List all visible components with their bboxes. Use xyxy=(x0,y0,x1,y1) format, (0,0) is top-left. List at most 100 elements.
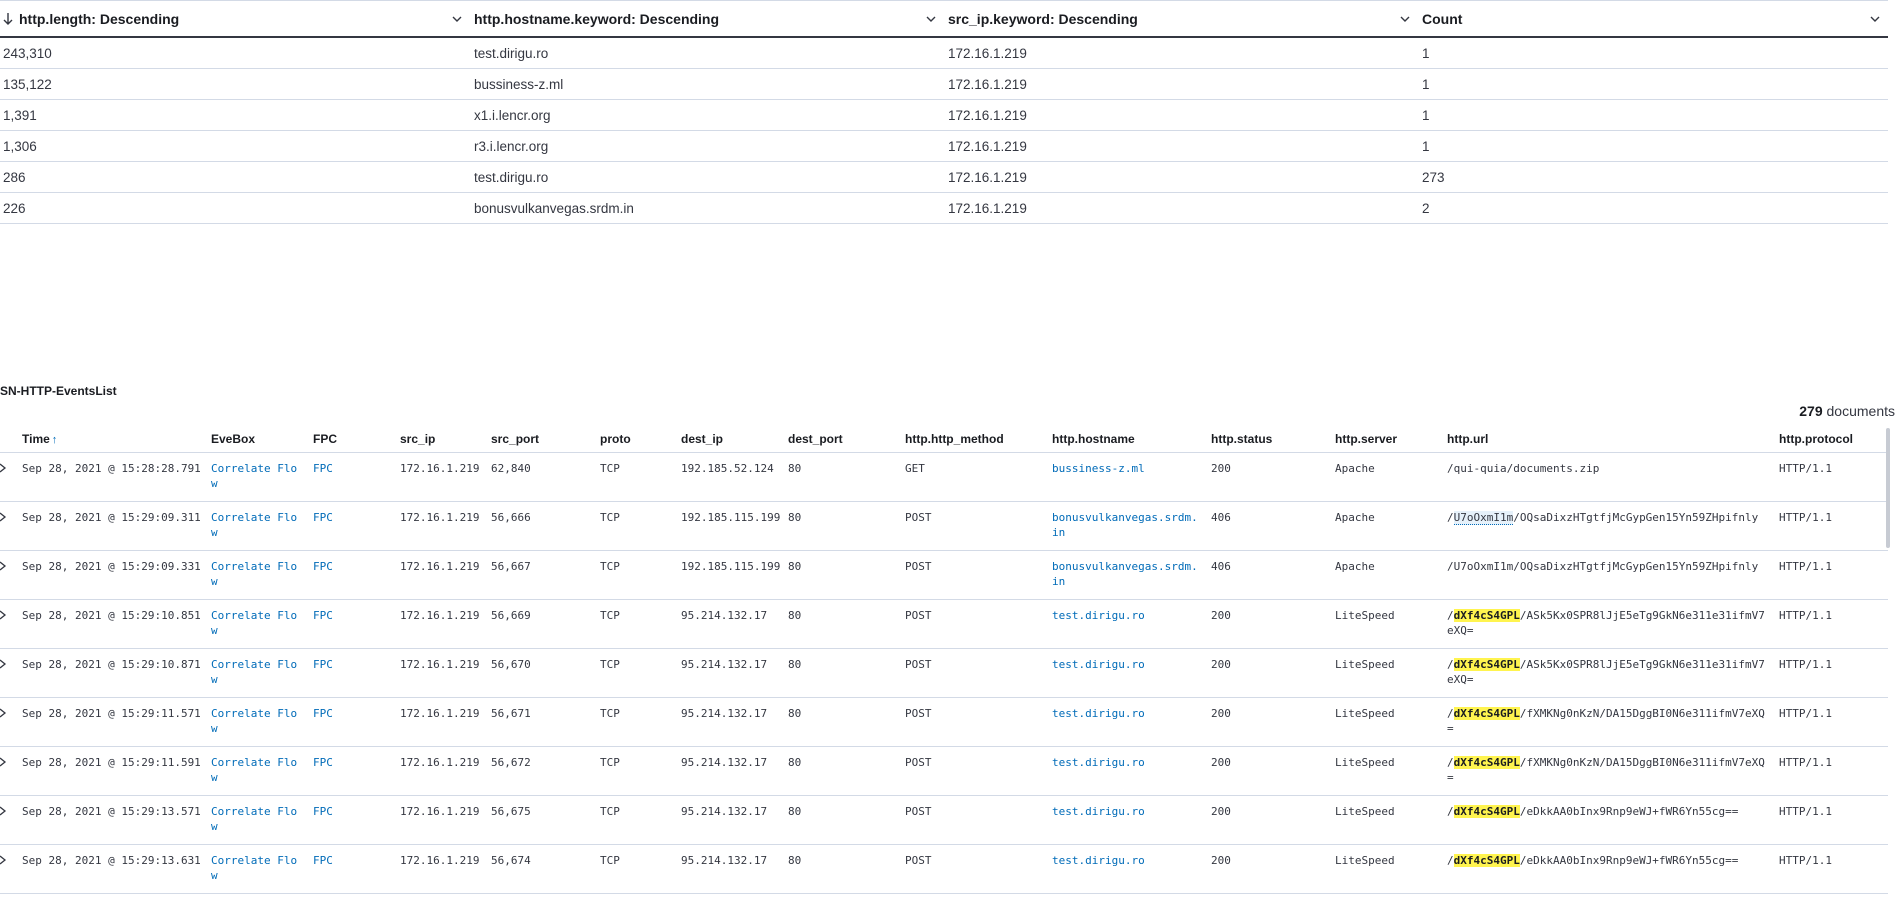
cell-dest-port: 80 xyxy=(788,756,802,769)
col-header-count[interactable]: Count xyxy=(1422,1,1888,37)
hostname-link[interactable]: test.dirigu.ro xyxy=(1052,608,1202,623)
expand-row-icon[interactable] xyxy=(0,658,8,670)
cell-time: Sep 28, 2021 @ 15:28:28.791 xyxy=(22,462,201,475)
column-header-label: FPC xyxy=(313,432,337,446)
table-row[interactable]: Sep 28, 2021 @ 15:29:10.871 Correlate Flo… xyxy=(0,649,1888,698)
vertical-scrollbar[interactable] xyxy=(1886,428,1890,548)
cell-src-ip: 172.16.1.219 xyxy=(400,511,480,524)
column-header-evebox[interactable]: EveBox xyxy=(211,425,255,453)
hostname-link[interactable]: test.dirigu.ro xyxy=(1052,706,1202,721)
correlate-flow-link[interactable]: Correlate Flow xyxy=(211,461,301,491)
table-row: 135,122 bussiness-z.ml 172.16.1.219 1 xyxy=(0,69,1888,100)
cell-protocol: HTTP/1.1 xyxy=(1779,609,1832,622)
col-header-hostname[interactable]: http.hostname.keyword: Descending xyxy=(474,1,944,37)
expand-row-icon[interactable] xyxy=(0,609,8,621)
hostname-link[interactable]: bussiness-z.ml xyxy=(1052,461,1202,476)
chevron-down-icon[interactable] xyxy=(450,12,464,26)
expand-row-icon[interactable] xyxy=(0,756,8,768)
column-header-label: EveBox xyxy=(211,432,256,446)
column-header-time[interactable]: Time ↑ xyxy=(22,425,57,453)
correlate-flow-link[interactable]: Correlate Flow xyxy=(211,510,301,540)
fpc-link[interactable]: FPC xyxy=(313,461,353,476)
col-header-label: Count xyxy=(1422,11,1463,27)
correlate-flow-link[interactable]: Correlate Flow xyxy=(211,804,301,834)
correlate-flow-link[interactable]: Correlate Flow xyxy=(211,657,301,687)
column-header-dest-ip[interactable]: dest_ip xyxy=(681,425,723,453)
fpc-link[interactable]: FPC xyxy=(313,804,353,819)
fpc-link[interactable]: FPC xyxy=(313,608,353,623)
hostname-link[interactable]: bonusvulkanvegas.srdm.in xyxy=(1052,559,1202,589)
hostname-link[interactable]: test.dirigu.ro xyxy=(1052,755,1202,770)
fpc-link[interactable]: FPC xyxy=(313,559,353,574)
chevron-down-icon[interactable] xyxy=(924,12,938,26)
column-header-http-status[interactable]: http.status xyxy=(1211,425,1272,453)
cell-src-ip: 172.16.1.219 xyxy=(948,169,1027,185)
fpc-link[interactable]: FPC xyxy=(313,706,353,721)
cell-hostname: test.dirigu.ro xyxy=(474,169,549,185)
cell-count: 1 xyxy=(1422,45,1430,61)
table-row[interactable]: Sep 28, 2021 @ 15:29:13.571 Correlate Flo… xyxy=(0,796,1888,845)
url-text: /eDkkAA0bInx9Rnp9eWJ+fWR6Yn55cg== xyxy=(1519,854,1739,867)
url-text: /qui-quia/documents.zip xyxy=(1447,462,1600,475)
column-header-http-url[interactable]: http.url xyxy=(1447,425,1488,453)
table-row[interactable]: Sep 28, 2021 @ 15:28:28.791 Correlate Flo… xyxy=(0,453,1888,502)
column-header-http-server[interactable]: http.server xyxy=(1335,425,1397,453)
cell-hostname: test.dirigu.ro xyxy=(474,45,549,61)
fpc-link[interactable]: FPC xyxy=(313,510,353,525)
hostname-link[interactable]: bonusvulkanvegas.srdm.in xyxy=(1052,510,1202,540)
sort-descending-icon[interactable] xyxy=(2,12,14,26)
column-header-proto[interactable]: proto xyxy=(600,425,631,453)
expand-row-icon[interactable] xyxy=(0,511,8,523)
table-row[interactable]: Sep 28, 2021 @ 15:29:09.331 Correlate Flo… xyxy=(0,551,1888,600)
table-row[interactable]: Sep 28, 2021 @ 15:29:11.591 Correlate Flo… xyxy=(0,747,1888,796)
column-header-src-ip[interactable]: src_ip xyxy=(400,425,435,453)
column-header-http-hostname[interactable]: http.hostname xyxy=(1052,425,1135,453)
url-text: / xyxy=(1447,609,1454,622)
hostname-link[interactable]: test.dirigu.ro xyxy=(1052,657,1202,672)
table-row: 1,306 r3.i.lencr.org 172.16.1.219 1 xyxy=(0,131,1888,162)
column-header-http-protocol[interactable]: http.protocol xyxy=(1779,425,1853,453)
expand-row-icon[interactable] xyxy=(0,462,8,474)
cell-dest-ip: 95.214.132.17 xyxy=(681,805,768,818)
expand-row-icon[interactable] xyxy=(0,854,8,866)
col-header-src-ip[interactable]: src_ip.keyword: Descending xyxy=(948,1,1418,37)
url-text: /OQsaDixzHTgtfjMcGypGen15Yn59ZHpifnly xyxy=(1513,511,1759,524)
cell-method: POST xyxy=(905,854,932,867)
fpc-link[interactable]: FPC xyxy=(313,755,353,770)
chevron-down-icon[interactable] xyxy=(1868,12,1882,26)
cell-protocol: HTTP/1.1 xyxy=(1779,511,1832,524)
cell-src-port: 56,674 xyxy=(491,854,531,867)
sort-ascending-icon[interactable]: ↑ xyxy=(52,434,58,446)
table-row[interactable]: Sep 28, 2021 @ 15:29:11.571 Correlate Flo… xyxy=(0,698,1888,747)
hostname-link[interactable]: test.dirigu.ro xyxy=(1052,804,1202,819)
cell-count: 273 xyxy=(1422,169,1445,185)
hostname-link[interactable]: test.dirigu.ro xyxy=(1052,853,1202,868)
column-header-fpc[interactable]: FPC xyxy=(313,425,337,453)
correlate-flow-link[interactable]: Correlate Flow xyxy=(211,608,301,638)
column-header-dest-port[interactable]: dest_port xyxy=(788,425,843,453)
cell-src-ip: 172.16.1.219 xyxy=(400,658,480,671)
table-row[interactable]: Sep 28, 2021 @ 15:29:13.631 Correlate Flo… xyxy=(0,845,1888,894)
cell-src-ip: 172.16.1.219 xyxy=(948,138,1027,154)
search-highlight: dXf4cS4GPL xyxy=(1453,609,1520,622)
cell-src-port: 56,667 xyxy=(491,560,531,573)
expand-row-icon[interactable] xyxy=(0,560,8,572)
cell-proto: TCP xyxy=(600,658,620,671)
table-row[interactable]: Sep 28, 2021 @ 15:29:09.311 Correlate Flo… xyxy=(0,502,1888,551)
correlate-flow-link[interactable]: Correlate Flow xyxy=(211,706,301,736)
chevron-down-icon[interactable] xyxy=(1398,12,1412,26)
correlate-flow-link[interactable]: Correlate Flow xyxy=(211,755,301,785)
cell-server: LiteSpeed xyxy=(1335,756,1395,769)
col-header-http-length[interactable]: http.length: Descending xyxy=(0,1,470,37)
cell-proto: TCP xyxy=(600,609,620,622)
fpc-link[interactable]: FPC xyxy=(313,853,353,868)
cell-time: Sep 28, 2021 @ 15:29:11.571 xyxy=(22,707,201,720)
table-row[interactable]: Sep 28, 2021 @ 15:29:10.851 Correlate Flo… xyxy=(0,600,1888,649)
column-header-src-port[interactable]: src_port xyxy=(491,425,539,453)
column-header-http-http-method[interactable]: http.http_method xyxy=(905,425,1004,453)
expand-row-icon[interactable] xyxy=(0,805,8,817)
fpc-link[interactable]: FPC xyxy=(313,657,353,672)
expand-row-icon[interactable] xyxy=(0,707,8,719)
correlate-flow-link[interactable]: Correlate Flow xyxy=(211,559,301,589)
correlate-flow-link[interactable]: Correlate Flow xyxy=(211,853,301,883)
